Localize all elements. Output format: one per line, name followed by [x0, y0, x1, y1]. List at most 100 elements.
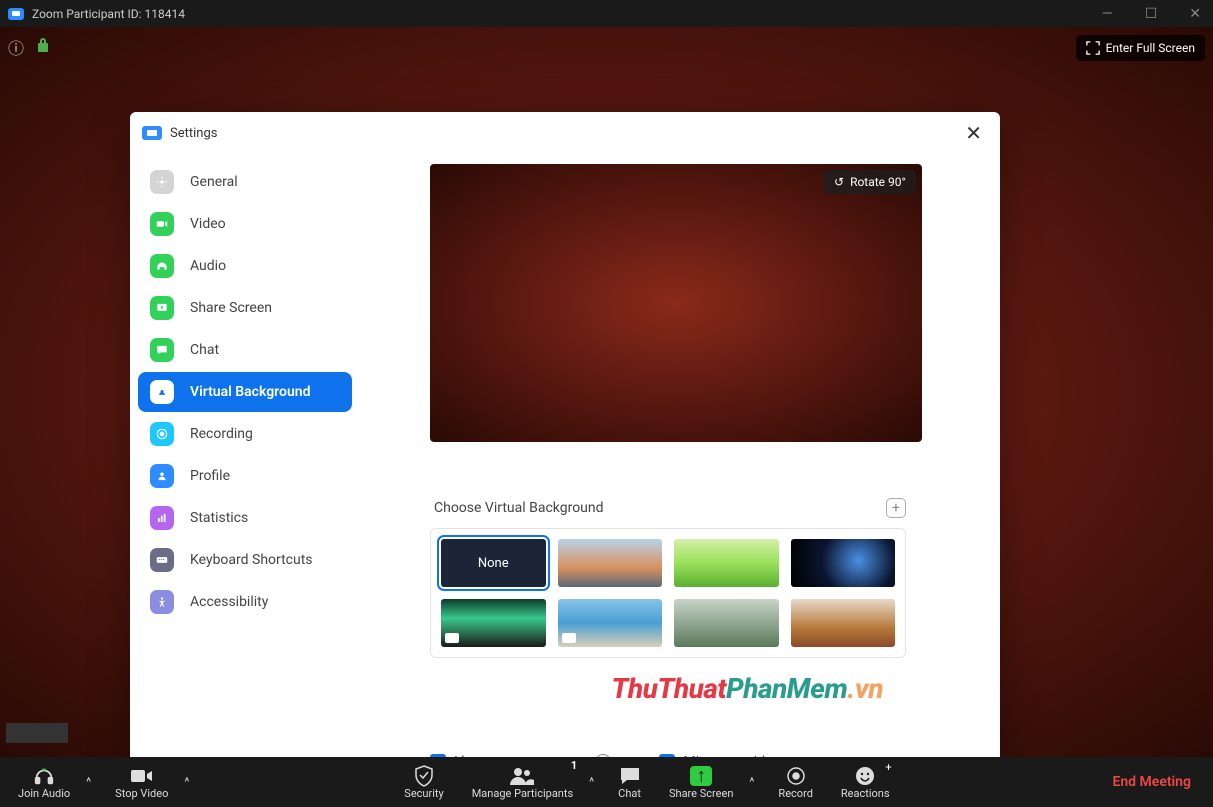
- choose-vbg-label: Choose Virtual Background: [434, 500, 604, 516]
- rotate-icon: ↺: [834, 175, 844, 189]
- nav-label: Chat: [190, 342, 219, 358]
- nav-audio[interactable]: Audio: [138, 246, 352, 286]
- minimize-button[interactable]: —: [1098, 6, 1117, 22]
- nav-chat[interactable]: Chat: [138, 330, 352, 370]
- maximize-button[interactable]: ☐: [1141, 6, 1162, 22]
- fullscreen-button[interactable]: Enter Full Screen: [1076, 35, 1205, 61]
- tool-label: Record: [778, 787, 812, 800]
- settings-title: Settings: [170, 126, 217, 141]
- nav-label: Recording: [190, 426, 253, 442]
- nav-general[interactable]: General: [138, 162, 352, 202]
- video-icon: [150, 212, 174, 236]
- watermark: ThuThuatPhanMem.vn: [611, 672, 883, 705]
- end-meeting-button[interactable]: End Meeting: [1098, 774, 1205, 790]
- thumb-earth[interactable]: [791, 539, 896, 587]
- thumb-conference-room[interactable]: [791, 599, 896, 647]
- share-icon: [150, 296, 174, 320]
- nav-label: Keyboard Shortcuts: [190, 552, 313, 568]
- virtual-bg-icon: [150, 380, 174, 404]
- nav-label: General: [190, 174, 238, 190]
- join-audio-button[interactable]: Join Audio: [8, 761, 80, 804]
- nav-label: Accessibility: [190, 594, 268, 610]
- thumb-none-label: None: [478, 556, 509, 571]
- thumb-golden-gate[interactable]: [558, 539, 663, 587]
- settings-close-button[interactable]: ✕: [959, 121, 988, 145]
- tool-label: Share Screen: [669, 787, 733, 800]
- nav-recording[interactable]: Recording: [138, 414, 352, 454]
- profile-icon: [150, 464, 174, 488]
- nav-video[interactable]: Video: [138, 204, 352, 244]
- fullscreen-label: Enter Full Screen: [1106, 41, 1195, 55]
- window-title: Zoom Participant ID: 118414: [32, 7, 185, 21]
- nav-label: Audio: [190, 258, 226, 274]
- thumb-beach[interactable]: [558, 599, 663, 647]
- chat-button[interactable]: Chat: [608, 761, 651, 804]
- video-badge-icon: [562, 633, 576, 643]
- share-screen-icon: ↑: [690, 765, 712, 787]
- meeting-area: ⓘ Enter Full Screen Settings ✕ General V…: [0, 27, 1213, 757]
- record-button[interactable]: Record: [768, 761, 822, 804]
- nav-label: Profile: [190, 468, 230, 484]
- audio-icon: [150, 254, 174, 278]
- rotate-label: Rotate 90°: [850, 175, 906, 189]
- video-caret[interactable]: ^: [178, 775, 195, 789]
- zoom-app-icon: [8, 8, 24, 20]
- video-preview: ↺ Rotate 90°: [430, 164, 922, 442]
- zoom-icon: [142, 126, 162, 140]
- thumb-none[interactable]: None: [441, 539, 546, 587]
- nav-keyboard-shortcuts[interactable]: Keyboard Shortcuts: [138, 540, 352, 580]
- nav-accessibility[interactable]: Accessibility: [138, 582, 352, 622]
- chat-icon: [150, 338, 174, 362]
- titlebar: Zoom Participant ID: 118414 — ☐ ✕: [0, 0, 1213, 27]
- chat-bubble-icon: [619, 765, 641, 787]
- selection-indicator: [6, 723, 68, 743]
- participants-caret[interactable]: ^: [583, 775, 600, 789]
- settings-nav: General Video Audio Share Screen Chat Vi…: [130, 154, 360, 770]
- nav-label: Share Screen: [190, 300, 272, 316]
- add-background-button[interactable]: +: [886, 498, 906, 518]
- thumb-aurora[interactable]: [441, 599, 546, 647]
- nav-share-screen[interactable]: Share Screen: [138, 288, 352, 328]
- nav-profile[interactable]: Profile: [138, 456, 352, 496]
- statistics-icon: [150, 506, 174, 530]
- encryption-lock-icon[interactable]: [36, 37, 50, 57]
- tool-label: Join Audio: [18, 787, 70, 800]
- tool-label: Chat: [618, 787, 641, 800]
- rotate-button[interactable]: ↺ Rotate 90°: [824, 170, 916, 194]
- audio-caret[interactable]: ^: [80, 775, 97, 789]
- video-camera-icon: [130, 765, 154, 787]
- nav-virtual-background[interactable]: Virtual Background: [138, 372, 352, 412]
- reactions-icon: [855, 765, 875, 787]
- close-window-button[interactable]: ✕: [1185, 6, 1205, 22]
- fullscreen-icon: [1086, 41, 1100, 55]
- video-badge-icon: [445, 633, 459, 643]
- tool-label: Security: [404, 787, 443, 800]
- general-icon: [150, 170, 174, 194]
- tool-label: Reactions: [841, 787, 890, 800]
- record-icon: [786, 765, 806, 787]
- share-caret[interactable]: ^: [743, 775, 760, 789]
- thumb-grass[interactable]: [674, 539, 779, 587]
- participants-button[interactable]: 1 Manage Participants: [462, 761, 583, 804]
- recording-icon: [150, 422, 174, 446]
- meeting-toolbar: Join Audio ^ Stop Video ^ Security 1 Man…: [0, 757, 1213, 807]
- plus-badge: +: [885, 761, 891, 774]
- nav-label: Statistics: [190, 510, 248, 526]
- nav-label: Video: [190, 216, 226, 232]
- info-icon[interactable]: ⓘ: [8, 35, 24, 59]
- nav-label: Virtual Background: [190, 384, 310, 400]
- security-button[interactable]: Security: [394, 761, 453, 804]
- participants-count: 1: [571, 759, 577, 772]
- participants-icon: [509, 765, 535, 787]
- headphones-icon: [33, 765, 55, 787]
- accessibility-icon: [150, 590, 174, 614]
- tool-label: Stop Video: [115, 787, 168, 800]
- share-screen-button[interactable]: ↑ Share Screen: [659, 761, 743, 804]
- reactions-button[interactable]: + Reactions: [831, 761, 900, 804]
- stop-video-button[interactable]: Stop Video: [105, 761, 178, 804]
- nav-statistics[interactable]: Statistics: [138, 498, 352, 538]
- keyboard-icon: [150, 548, 174, 572]
- shield-icon: [414, 765, 434, 787]
- thumb-forest[interactable]: [674, 599, 779, 647]
- background-thumbnails: None: [430, 528, 906, 658]
